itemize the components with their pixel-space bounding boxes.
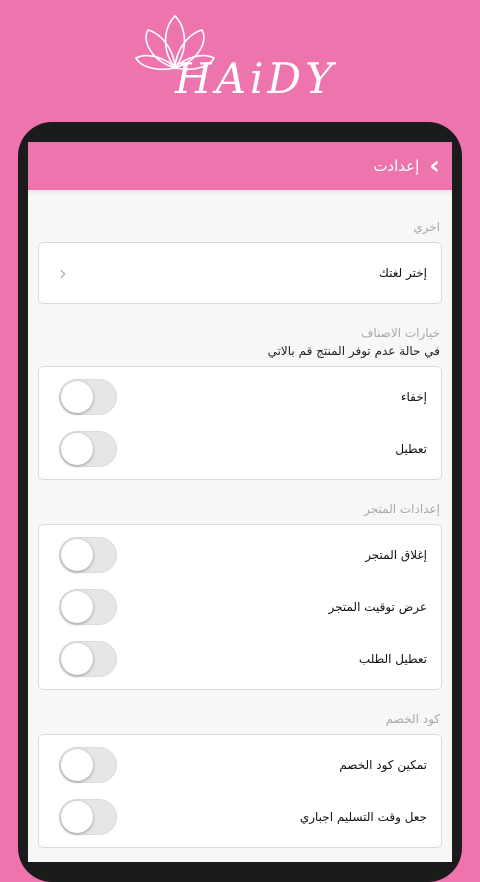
top-bar: › إعدادت [28, 142, 452, 196]
section-title-categories: خيارات الاصناف [360, 326, 440, 340]
chevron-right-icon[interactable]: › [429, 153, 440, 179]
store-card: إغلاق المتجر عرض توقيت المتجر تعطيل الطل… [38, 524, 442, 690]
section-title-other: اخري [413, 220, 440, 234]
language-label: إختر لغتك [379, 266, 427, 280]
close-store-row: إغلاق المتجر [39, 529, 441, 581]
disable-orders-label: تعطيل الطلب [358, 652, 427, 666]
show-hours-row: عرض توقيت المتجر [39, 581, 441, 633]
discount-card: تمكين كود الخصم جعل وقت التسليم اجباري [38, 734, 442, 848]
top-bar-shadow [28, 190, 452, 196]
language-row[interactable]: إختر لغتك ‹ [39, 247, 441, 299]
disable-row: تعطيل [39, 423, 441, 475]
app-screen: › إعدادت اخري إختر لغتك ‹ خيارات الاصناف… [28, 142, 452, 862]
page-title: إعدادت [373, 157, 420, 175]
disable-orders-row: تعطيل الطلب [39, 633, 441, 685]
disable-label: تعطيل [395, 442, 427, 456]
close-store-toggle[interactable] [59, 537, 117, 573]
disable-toggle[interactable] [59, 431, 117, 467]
hide-label: إخفاء [400, 390, 427, 404]
enable-code-row: تمكين كود الخصم [39, 739, 441, 791]
logo-text: HAiDY [175, 54, 337, 103]
chevron-left-icon: ‹ [59, 261, 67, 285]
enable-code-label: تمكين كود الخصم [339, 758, 427, 772]
close-store-label: إغلاق المتجر [365, 548, 427, 562]
show-hours-label: عرض توقيت المتجر [328, 600, 427, 614]
mandatory-delivery-toggle[interactable] [59, 799, 117, 835]
mandatory-delivery-row: جعل وقت التسليم اجباري [39, 791, 441, 843]
enable-code-toggle[interactable] [59, 747, 117, 783]
mandatory-delivery-label: جعل وقت التسليم اجباري [299, 810, 427, 824]
show-hours-toggle[interactable] [59, 589, 117, 625]
section-subtitle-categories: في حالة عدم توفر المنتج قم بالاتي [267, 344, 440, 358]
hide-toggle[interactable] [59, 379, 117, 415]
categories-card: إخفاء تعطيل [38, 366, 442, 480]
disable-orders-toggle[interactable] [59, 641, 117, 677]
hide-row: إخفاء [39, 371, 441, 423]
haidy-logo: HAiDY [130, 8, 350, 108]
section-title-store: إعدادات المتجر [364, 502, 440, 516]
language-card: إختر لغتك ‹ [38, 242, 442, 304]
section-title-discount: كود الخصم [385, 712, 440, 726]
